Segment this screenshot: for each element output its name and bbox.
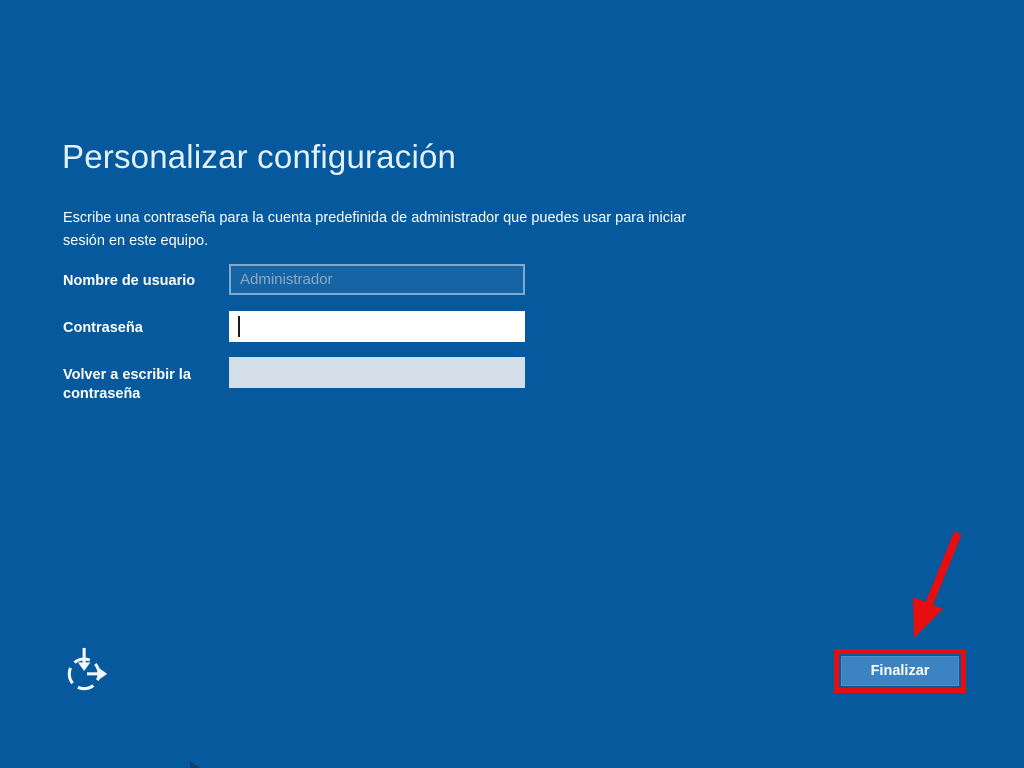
confirm-password-label: Volver a escribir la contraseña	[63, 367, 191, 402]
oobe-customize-settings-screen: Personalizar configuración Escribe una c…	[0, 0, 1024, 768]
text-caret	[238, 316, 240, 337]
ease-of-access-icon[interactable]	[64, 644, 110, 696]
password-label: Contraseña	[63, 320, 143, 336]
page-description-line-2: sesión en este equipo.	[63, 233, 209, 249]
password-field[interactable]	[229, 311, 525, 342]
page-title: Personalizar configuración	[62, 138, 457, 175]
finish-button[interactable]: Finalizar	[841, 656, 959, 686]
page-description-line-1: Escribe una contraseña para la cuenta pr…	[63, 210, 687, 226]
page-description: Escribe una contraseña para la cuenta pr…	[63, 207, 686, 253]
confirm-password-field[interactable]	[229, 357, 525, 388]
username-label: Nombre de usuario	[63, 273, 196, 289]
username-field[interactable]	[229, 264, 525, 295]
mouse-cursor-tip	[190, 761, 200, 768]
